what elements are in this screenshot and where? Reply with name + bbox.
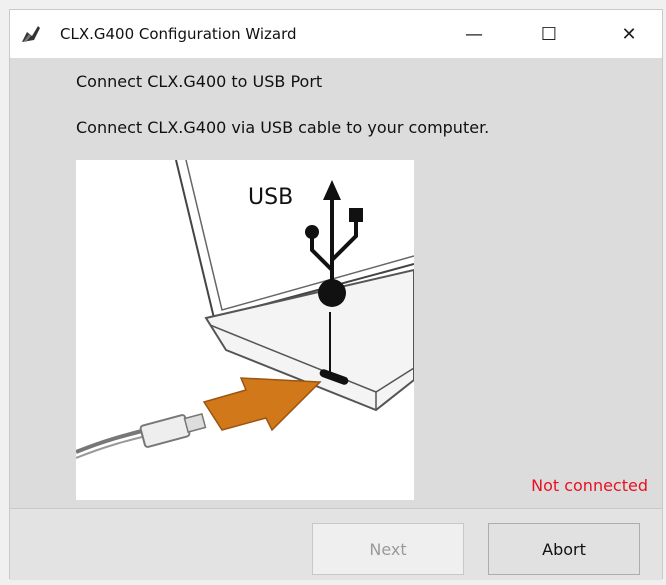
connection-status: Not connected [531, 476, 648, 495]
title-bar: CLX.G400 Configuration Wizard — ☐ ✕ [10, 10, 662, 58]
wizard-window: CLX.G400 Configuration Wizard — ☐ ✕ Conn… [9, 9, 663, 580]
button-bar: Next Abort [10, 508, 662, 580]
usb-connection-illustration: USB [76, 160, 414, 500]
abort-button[interactable]: Abort [488, 523, 640, 575]
app-icon [22, 26, 40, 42]
minimize-icon: — [465, 23, 483, 45]
minimize-button[interactable]: — [445, 10, 503, 58]
window-title: CLX.G400 Configuration Wizard [60, 25, 297, 43]
maximize-button[interactable]: ☐ [520, 10, 578, 58]
instruction-text: Connect CLX.G400 via USB cable to your c… [76, 118, 490, 137]
wizard-content: Connect CLX.G400 to USB Port Connect CLX… [10, 58, 662, 508]
next-button[interactable]: Next [312, 523, 464, 575]
usb-label: USB [248, 185, 293, 210]
maximize-icon: ☐ [540, 23, 558, 45]
close-icon: ✕ [621, 23, 637, 45]
close-button[interactable]: ✕ [600, 10, 658, 58]
laptop-usb-diagram: USB [76, 160, 414, 459]
page-title: Connect CLX.G400 to USB Port [76, 72, 323, 91]
